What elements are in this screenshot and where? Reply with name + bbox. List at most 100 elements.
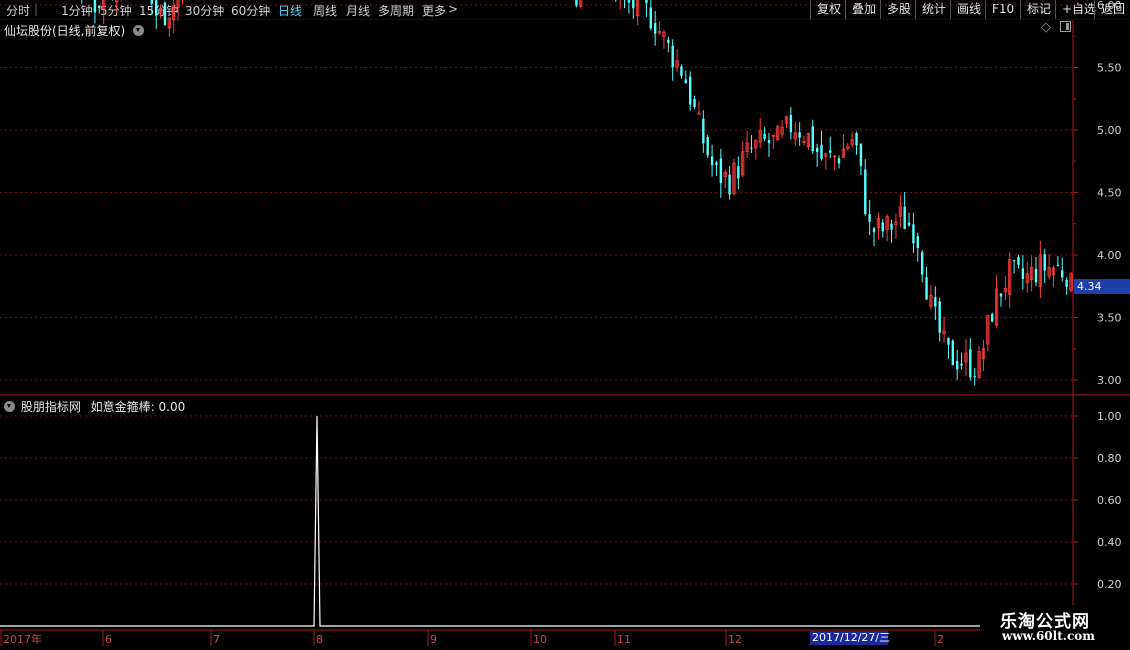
down-candle xyxy=(1017,256,1020,265)
indicator-tick-label: 1.00 xyxy=(1097,410,1122,423)
down-candle xyxy=(680,66,683,77)
down-candle xyxy=(150,0,154,4)
price-tick-label: 4.50 xyxy=(1097,187,1122,200)
down-candle xyxy=(881,222,884,232)
down-candle xyxy=(575,0,578,6)
indicator-tick-label: 0.80 xyxy=(1097,452,1122,465)
down-candle xyxy=(715,162,718,166)
down-candle xyxy=(859,143,863,166)
down-candle xyxy=(684,79,688,84)
indicator-tick-label: 0.40 xyxy=(1097,536,1122,549)
window-toggle-icon[interactable] xyxy=(1060,21,1071,32)
down-candle xyxy=(163,2,167,25)
down-candle xyxy=(93,0,97,13)
down-candle xyxy=(789,115,793,133)
down-candle xyxy=(1034,268,1038,283)
down-candle xyxy=(1012,260,1016,262)
price-axis-labels: 3.003.504.004.505.005.506.006.507.007.50… xyxy=(1097,0,1122,387)
indicator-header: 股朋指标网 如意金箍棒: 0.00 xyxy=(4,398,185,415)
down-candle xyxy=(688,76,692,105)
down-candle xyxy=(991,314,994,322)
down-candle xyxy=(890,223,893,230)
down-candle xyxy=(653,23,657,34)
main-chart-header: 仙坛股份(日线,前复权) xyxy=(4,22,145,39)
down-candle xyxy=(934,297,937,307)
chevron-down-icon[interactable] xyxy=(133,25,145,36)
down-candle xyxy=(627,0,631,3)
down-candle xyxy=(632,0,635,9)
down-candle xyxy=(864,169,867,215)
price-tick-label: 3.50 xyxy=(1097,312,1122,325)
date-tick-label: 7 xyxy=(213,633,220,646)
down-candle xyxy=(872,228,876,233)
indicator-value: 如意金箍棒: 0.00 xyxy=(90,400,186,414)
down-candle xyxy=(728,174,731,195)
down-candle xyxy=(903,206,906,230)
down-candle xyxy=(920,252,924,275)
down-candle xyxy=(947,337,950,345)
down-candle xyxy=(960,363,963,366)
down-candle xyxy=(750,147,753,149)
down-candle xyxy=(951,340,955,366)
down-candle xyxy=(815,147,819,152)
down-candle xyxy=(1061,270,1064,278)
indicator-tick-label: 0.20 xyxy=(1097,578,1122,591)
price-tick-label: 5.50 xyxy=(1097,62,1122,75)
down-candle xyxy=(719,158,723,184)
stock-title: 仙坛股份(日线,前复权) xyxy=(4,24,126,38)
indicator-series xyxy=(0,415,980,627)
diamond-icon[interactable]: ◇ xyxy=(1041,20,1051,35)
down-candle xyxy=(645,0,648,4)
indicator-title: 股朋指标网 xyxy=(20,400,81,414)
chart-canvas[interactable]: 3.003.504.004.505.005.506.006.507.007.50… xyxy=(0,0,1130,650)
down-candle xyxy=(710,156,714,166)
down-candle xyxy=(973,375,976,378)
down-candle xyxy=(1065,279,1068,287)
down-candle xyxy=(737,166,740,179)
date-tick-label: 2017年 xyxy=(3,632,42,646)
down-candle xyxy=(702,118,705,144)
down-candle xyxy=(868,214,871,222)
down-candle xyxy=(938,301,941,333)
down-candle xyxy=(820,144,823,159)
watermark-url: www.60lt.com xyxy=(1002,629,1095,643)
grid-lines xyxy=(0,4,1073,585)
date-tick-label: 11 xyxy=(617,633,631,646)
down-candle xyxy=(671,45,674,68)
down-candle xyxy=(1043,254,1046,271)
date-tick-label: 10 xyxy=(533,633,547,646)
down-candle xyxy=(955,361,959,370)
chevron-down-icon[interactable] xyxy=(4,401,15,412)
down-candle xyxy=(798,132,801,138)
date-tick-label: 8 xyxy=(316,633,323,646)
chart-axes xyxy=(0,4,1130,631)
down-candle xyxy=(999,293,1003,297)
down-candle xyxy=(667,39,670,43)
down-candle xyxy=(98,5,101,9)
down-candle xyxy=(693,99,696,108)
site-watermark: 乐淘公式网 www.60lt.com xyxy=(980,605,1130,650)
date-tick-label: 9 xyxy=(430,633,437,646)
current-price-label: 4.34 xyxy=(1074,279,1130,294)
indicator-line xyxy=(0,415,980,627)
down-candle xyxy=(811,126,814,152)
cursor-date-label: 2017/12/27/三 xyxy=(810,631,891,645)
down-candle xyxy=(154,0,158,16)
down-candle xyxy=(907,222,911,226)
down-candle xyxy=(767,140,771,143)
price-tick-label: 4.00 xyxy=(1097,249,1122,262)
down-candle xyxy=(649,7,653,29)
down-candle xyxy=(1056,264,1060,266)
date-tick-label: 6 xyxy=(105,633,112,646)
date-tick-label: 2 xyxy=(937,633,944,646)
date-tick-label: 12 xyxy=(728,633,742,646)
price-tick-label: 6.00 xyxy=(1097,0,1122,12)
price-tick-label: 5.00 xyxy=(1097,124,1122,137)
price-tick-label: 3.00 xyxy=(1097,374,1122,387)
down-candle xyxy=(829,150,832,153)
down-candle xyxy=(916,236,920,249)
down-candle xyxy=(969,349,972,378)
date-axis-labels: 2017年 6 7 8 9 10 11 12 2 xyxy=(0,630,944,646)
down-candle xyxy=(925,277,928,300)
down-candle xyxy=(837,158,841,164)
